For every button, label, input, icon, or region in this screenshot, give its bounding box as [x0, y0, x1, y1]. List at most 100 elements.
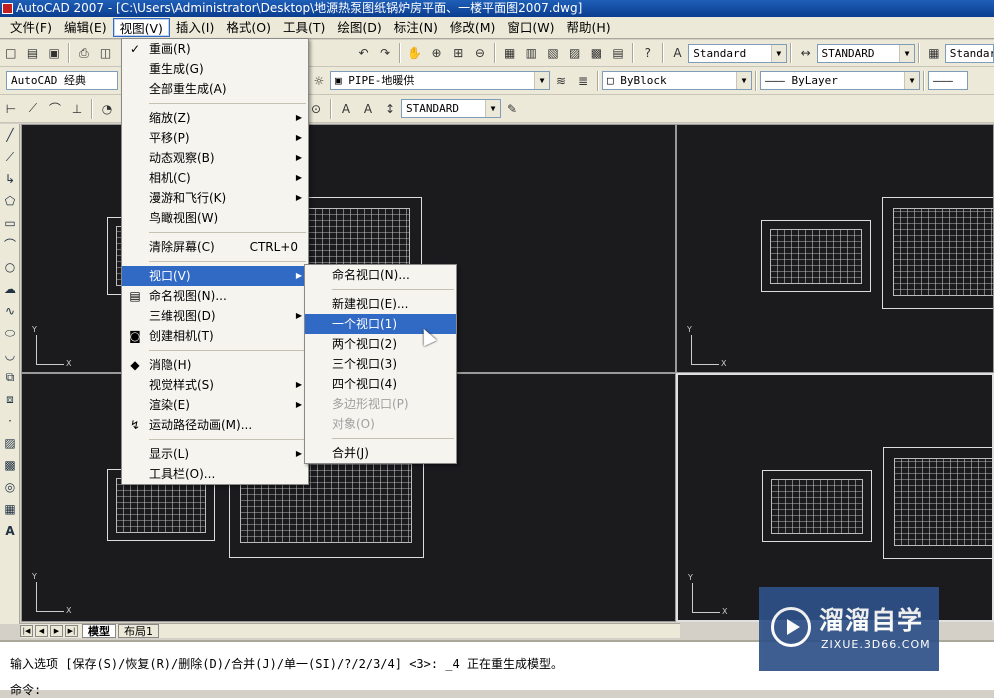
markup-icon[interactable]: ▩ — [587, 43, 607, 63]
menu-item[interactable]: 工具栏(O)... — [122, 464, 308, 484]
open-icon[interactable]: ▤ — [23, 43, 43, 63]
menu-item[interactable]: 全部重生成(A) — [122, 79, 308, 99]
menu-item[interactable]: 清除屏幕(C) CTRL+0 — [122, 237, 308, 257]
workspace-select[interactable]: AutoCAD 经典 — [6, 71, 118, 90]
menu-item[interactable]: ▤ 命名视图(N)... — [122, 286, 308, 306]
menu-item[interactable]: 显示(L) ▶ — [122, 444, 308, 464]
menu-8[interactable]: 修改(M) — [444, 18, 502, 37]
lineweight-select[interactable]: ——— — [928, 71, 968, 90]
menu-item[interactable]: 三维视图(D) ▶ — [122, 306, 308, 326]
menu-0[interactable]: 文件(F) — [4, 18, 58, 37]
revcloud-icon[interactable]: ☁ — [1, 280, 19, 298]
menu-item[interactable]: ✓ 重画(R) — [122, 39, 308, 59]
menu-1[interactable]: 编辑(E) — [58, 18, 113, 37]
region-icon[interactable]: ◎ — [1, 478, 19, 496]
spline-icon[interactable]: ∿ — [1, 302, 19, 320]
menu-item[interactable]: 平移(P) ▶ — [122, 128, 308, 148]
calculator-icon[interactable]: ▤ — [608, 43, 628, 63]
zoom-realtime-icon[interactable]: ⊕ — [427, 43, 447, 63]
dimension-style-icon[interactable]: ✎ — [502, 99, 522, 119]
menu-item[interactable]: 缩放(Z) ▶ — [122, 108, 308, 128]
menu-3[interactable]: 插入(I) — [170, 18, 220, 37]
point-icon[interactable]: · — [1, 412, 19, 430]
prev-tab-icon[interactable]: ◀ — [35, 625, 48, 637]
menu-item[interactable]: 鸟瞰视图(W) — [122, 208, 308, 228]
line-icon[interactable]: ╱ — [1, 126, 19, 144]
menu-item[interactable]: 四个视口(4) — [305, 374, 456, 394]
next-tab-icon[interactable]: ▶ — [50, 625, 63, 637]
menu-item[interactable]: 渲染(E) ▶ — [122, 395, 308, 415]
make-block-icon[interactable]: ⧈ — [1, 390, 19, 408]
make-layer-current-icon[interactable]: ≋ — [551, 71, 571, 91]
ordinate-dim-icon[interactable]: ⊥ — [67, 99, 87, 119]
new-icon[interactable]: □ — [1, 43, 21, 63]
radius-dim-icon[interactable]: ◔ — [97, 99, 117, 119]
rectangle-icon[interactable]: ▭ — [1, 214, 19, 232]
undo-icon[interactable]: ↶ — [354, 43, 374, 63]
help-icon[interactable]: ? — [638, 43, 658, 63]
circle-icon[interactable]: ○ — [1, 258, 19, 276]
design-center-icon[interactable]: ▥ — [521, 43, 541, 63]
sheet-set-icon[interactable]: ▨ — [565, 43, 585, 63]
arc-icon[interactable]: ⌒ — [1, 236, 19, 254]
tab-model[interactable]: 模型 — [82, 624, 116, 638]
dim-edit-icon[interactable]: A — [336, 99, 356, 119]
menu-item[interactable]: ◆ 消隐(H) — [122, 355, 308, 375]
layer-select[interactable]: ▣ PIPE-地暖供 ▼ — [330, 71, 550, 90]
menu-item[interactable]: 重生成(G) — [122, 59, 308, 79]
menu-7[interactable]: 标注(N) — [388, 18, 444, 37]
arc-length-icon[interactable]: ⌒ — [45, 99, 65, 119]
insert-block-icon[interactable]: ⧉ — [1, 368, 19, 386]
linear-dim-icon[interactable]: ⊢ — [1, 99, 21, 119]
menu-item[interactable]: ◙ 创建相机(T) — [122, 326, 308, 346]
menu-item[interactable]: 合并(J) — [305, 443, 456, 463]
dim-style-select[interactable]: STANDARD ▼ — [816, 43, 916, 63]
first-tab-icon[interactable]: |◀ — [20, 625, 33, 637]
menu-item[interactable]: 动态观察(B) ▶ — [122, 148, 308, 168]
layer-previous-icon[interactable]: ≣ — [573, 71, 593, 91]
polygon-icon[interactable]: ⬠ — [1, 192, 19, 210]
menu-item[interactable]: ↯ 运动路径动画(M)... — [122, 415, 308, 435]
viewport-top-right[interactable]: YX — [676, 124, 994, 373]
linetype-select[interactable]: ——— ByLayer ▼ — [760, 71, 920, 90]
save-icon[interactable]: ▣ — [44, 43, 64, 63]
menu-10[interactable]: 帮助(H) — [561, 18, 617, 37]
menu-item[interactable]: 相机(C) ▶ — [122, 168, 308, 188]
zoom-window-icon[interactable]: ⊞ — [448, 43, 468, 63]
dim-text-edit-icon[interactable]: A — [358, 99, 378, 119]
menu-item[interactable]: 三个视口(3) — [305, 354, 456, 374]
multiline-text-icon[interactable]: A — [1, 522, 19, 540]
center-mark-icon[interactable]: ⊙ — [306, 99, 326, 119]
menu-6[interactable]: 绘图(D) — [331, 18, 387, 37]
viewport-bottom-right[interactable]: YX — [676, 373, 994, 622]
dim-style-select-2[interactable]: STANDARD ▼ — [401, 99, 501, 118]
menu-5[interactable]: 工具(T) — [277, 18, 331, 37]
color-select[interactable]: □ ByBlock ▼ — [602, 71, 752, 90]
menu-item[interactable]: 视觉样式(S) ▶ — [122, 375, 308, 395]
menu-item[interactable]: 新建视口(E)... — [305, 294, 456, 314]
table-style-select[interactable]: Standard — [944, 43, 994, 63]
dim-update-icon[interactable]: ↕ — [380, 99, 400, 119]
text-style-select[interactable]: Standard ▼ — [688, 43, 787, 63]
gradient-icon[interactable]: ▩ — [1, 456, 19, 474]
aligned-dim-icon[interactable]: ⟋ — [23, 99, 43, 119]
redo-icon[interactable]: ↷ — [375, 43, 395, 63]
tab-layout1[interactable]: 布局1 — [118, 624, 159, 638]
zoom-previous-icon[interactable]: ⊖ — [470, 43, 490, 63]
menu-9[interactable]: 窗口(W) — [501, 18, 560, 37]
tool-palettes-icon[interactable]: ▧ — [543, 43, 563, 63]
ellipse-arc-icon[interactable]: ◡ — [1, 346, 19, 364]
construction-line-icon[interactable]: ⟋ — [1, 148, 19, 166]
ellipse-icon[interactable]: ⬭ — [1, 324, 19, 342]
print-icon[interactable]: ⎙ — [74, 43, 94, 63]
properties-icon[interactable]: ▦ — [500, 43, 520, 63]
last-tab-icon[interactable]: ▶| — [65, 625, 78, 637]
menu-item[interactable]: 漫游和飞行(K) ▶ — [122, 188, 308, 208]
menu-4[interactable]: 格式(O) — [220, 18, 277, 37]
menu-item[interactable]: 一个视口(1) — [305, 314, 456, 334]
menu-2[interactable]: 视图(V) — [112, 18, 170, 37]
hatch-icon[interactable]: ▨ — [1, 434, 19, 452]
preview-icon[interactable]: ◫ — [96, 43, 116, 63]
polyline-icon[interactable]: ↳ — [1, 170, 19, 188]
menu-item[interactable]: 视口(V) ▶ — [122, 266, 308, 286]
